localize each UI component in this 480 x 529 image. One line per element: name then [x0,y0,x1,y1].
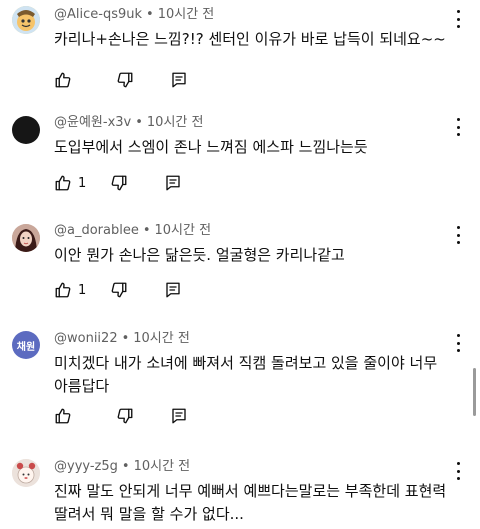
comment-item: @윤예원-x3v • 10시간 전 도입부에서 스엠이 존나 느껴짐 에스파 느낌나… [0,114,480,200]
more-vertical-icon[interactable] [450,462,466,480]
comment-item: @Alice-qs9uk • 10시간 전 카리나+손나은 느낌?!? 센터인 이유… [0,6,480,90]
character-avatar-icon[interactable] [12,459,40,487]
thumbs-down-icon [111,282,127,298]
comment-time[interactable]: 10시간 전 [155,223,212,238]
comment-item: @yyy-z5g • 10시간 전 진짜 말도 안되게 너무 예뻐서 예쁘다는말로는… [0,458,480,529]
like-button[interactable] [54,404,78,428]
comment-header: @Alice-qs9uk • 10시간 전 [54,7,215,22]
thumbs-up-icon [55,72,71,88]
comment-header: @윤예원-x3v • 10시간 전 [54,115,204,130]
thumbs-up-icon [55,408,71,424]
comment-header: @yyy-z5g • 10시간 전 [54,459,191,474]
letter-avatar-icon[interactable]: 채원 [12,331,40,359]
like-button[interactable]: 1 [54,171,86,195]
like-button[interactable] [54,68,78,92]
reply-icon [166,282,180,298]
dislike-button[interactable] [116,404,134,428]
comment-header: @a_dorablee • 10시간 전 [54,223,212,238]
reply-button[interactable] [164,171,182,195]
thumbs-down-icon [111,175,127,191]
cartoon-avatar-icon[interactable] [12,6,40,34]
comment-text: 진짜 말도 안되게 너무 예뻐서 예쁘다는말로는 부족한데 표현력 딸려서 뭐 … [54,482,447,523]
comment-text: 도입부에서 스엠이 존나 느껴짐 에스파 느낌나는듯 [54,138,368,156]
more-vertical-icon[interactable] [450,226,466,244]
dislike-button[interactable] [110,278,128,302]
thumbs-up-icon [55,175,71,191]
comment-item: 채원 @wonii22 • 10시간 전 미치겠다 내가 소녀에 빠져서 직캠 돌려… [0,330,480,430]
like-count: 1 [78,282,87,298]
comment-author[interactable]: @wonii22 [54,331,118,346]
comment-actions: 1 [54,278,182,302]
more-vertical-icon[interactable] [450,118,466,136]
comment-time[interactable]: 10시간 전 [133,331,190,346]
thumbs-up-icon [55,282,71,298]
more-vertical-icon[interactable] [450,10,466,28]
comment-time[interactable]: 10시간 전 [134,459,191,474]
comment-actions: 1 [54,171,182,195]
like-button[interactable]: 1 [54,278,86,302]
comment-text: 이안 뭔가 손나은 닮은듯. 얼굴형은 카리나같고 [54,246,345,264]
thumbs-down-icon [117,72,133,88]
reply-icon [166,175,180,191]
comment-author[interactable]: @Alice-qs9uk [54,7,142,22]
comment-text: 미치겠다 내가 소녀에 빠져서 직캠 돌려보고 있을 줄이야 너무아름답다 [54,354,438,395]
reply-button[interactable] [164,278,182,302]
comment-text: 카리나+손나은 느낌?!? 센터인 이유가 바로 납득이 되네요~~ [54,30,446,48]
reply-button[interactable] [170,404,188,428]
dislike-button[interactable] [110,171,128,195]
dark-avatar-icon[interactable] [12,116,40,144]
comment-author[interactable]: @윤예원-x3v [54,115,131,130]
dislike-button[interactable] [116,68,134,92]
comment-author[interactable]: @a_dorablee [54,223,139,238]
reply-icon [172,408,186,424]
comment-time[interactable]: 10시간 전 [147,115,204,130]
comment-item: @a_dorablee • 10시간 전 이안 뭔가 손나은 닮은듯. 얼굴형은 카… [0,222,480,308]
comment-author[interactable]: @yyy-z5g [54,459,118,474]
reply-button[interactable] [170,68,188,92]
thumbs-down-icon [117,408,133,424]
more-vertical-icon[interactable] [450,334,466,352]
scrollbar-thumb[interactable] [473,368,476,416]
comment-header: @wonii22 • 10시간 전 [54,331,190,346]
reply-icon [172,72,186,88]
like-count: 1 [78,175,87,191]
avatar-letter: 채원 [16,341,36,353]
photo-avatar-icon[interactable] [12,224,40,252]
comment-time[interactable]: 10시간 전 [158,7,215,22]
comment-actions [54,404,188,428]
comment-actions [54,68,188,92]
